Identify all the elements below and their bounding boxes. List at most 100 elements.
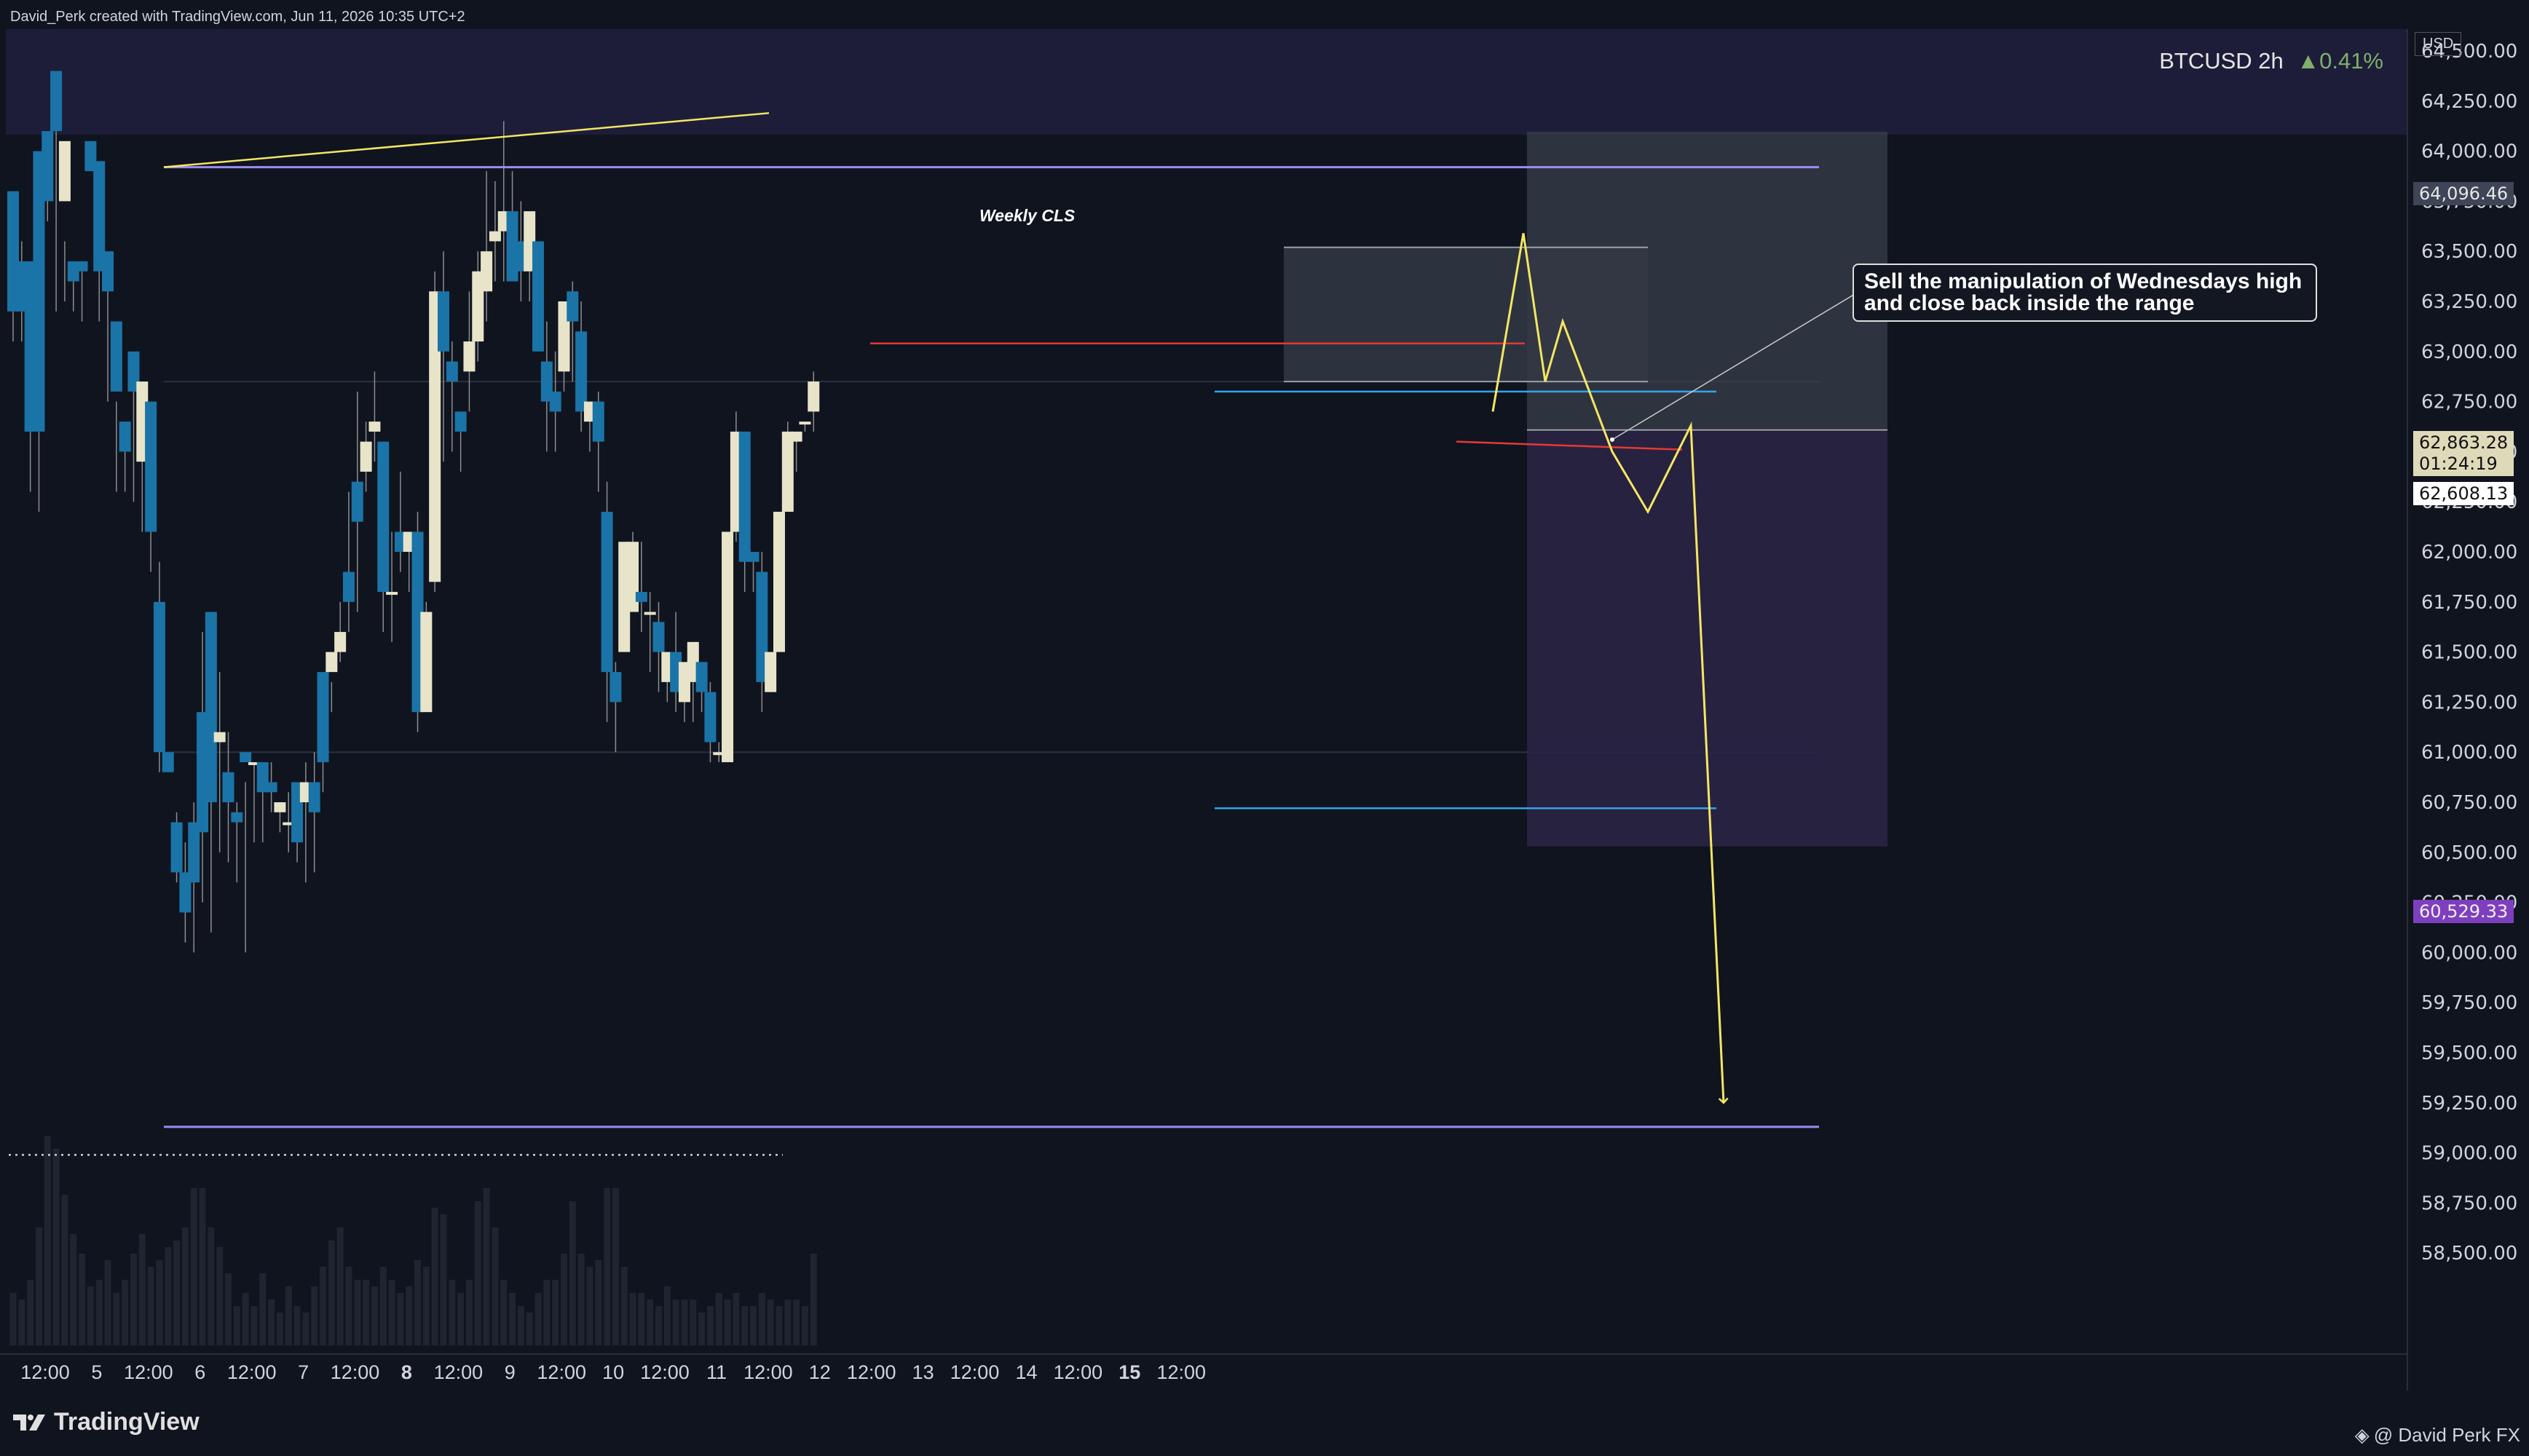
volume-bar — [509, 1293, 516, 1345]
volume-bar — [741, 1306, 749, 1345]
volume-bar — [27, 1280, 34, 1345]
current-price-value: 62,863.28 — [2419, 432, 2509, 453]
volume-bar — [130, 1254, 137, 1345]
y-tick-label: 60,500.00 — [2421, 842, 2517, 864]
volume-bar — [388, 1280, 395, 1345]
x-tick-label: 12:00 — [331, 1361, 380, 1383]
y-tick-label: 58,500.00 — [2421, 1243, 2517, 1265]
x-tick-label: 12:00 — [1156, 1361, 1206, 1383]
tradingview-logo[interactable]: TradingView — [13, 1408, 200, 1436]
x-tick-label: 11 — [706, 1361, 727, 1383]
bear-candle — [652, 622, 665, 652]
volume-bar — [776, 1306, 783, 1345]
price-chart[interactable]: 64,500.0064,250.0064,000.0063,750.0063,5… — [0, 0, 2529, 1456]
volume-bar — [52, 1149, 60, 1345]
volume-bar — [328, 1241, 335, 1345]
bull-candle — [489, 231, 501, 242]
x-tick-label: 12:00 — [434, 1361, 484, 1383]
bull-candle — [799, 422, 811, 425]
volume-bar — [724, 1299, 731, 1345]
volume-bar — [293, 1306, 301, 1345]
bull-candle — [463, 341, 476, 372]
bear-candle — [240, 752, 252, 762]
y-tick-label: 62,000.00 — [2421, 542, 2517, 563]
bull-candle — [781, 431, 794, 512]
volume-bar — [95, 1280, 103, 1345]
x-tick-label: 12:00 — [20, 1361, 70, 1383]
volume-bar — [242, 1293, 249, 1345]
bull-candle — [773, 511, 785, 652]
y-tick-label: 59,500.00 — [2421, 1042, 2517, 1064]
x-tick-label: 8 — [401, 1361, 412, 1383]
volume-bar — [457, 1293, 465, 1345]
volume-bar — [810, 1254, 817, 1345]
volume-bar — [440, 1214, 447, 1345]
bear-candle — [438, 291, 449, 352]
volume-bar — [483, 1188, 490, 1345]
bear-candle — [110, 321, 122, 392]
volume-bar — [733, 1293, 740, 1345]
bull-candle — [326, 652, 338, 673]
volume-bar — [345, 1267, 352, 1345]
volume-bar — [681, 1299, 688, 1345]
volume-bar — [79, 1254, 86, 1345]
y-tick-label: 59,000.00 — [2421, 1143, 2517, 1165]
x-tick-label: 7 — [298, 1361, 309, 1383]
x-tick-label: 12:00 — [1054, 1361, 1103, 1383]
bear-candle — [532, 241, 545, 352]
bear-candle — [119, 422, 131, 452]
volume-bar — [620, 1267, 628, 1345]
volume-bar — [638, 1293, 645, 1345]
volume-bar — [190, 1188, 197, 1345]
current-price-tag: 62,863.28 01:24:19 — [2413, 431, 2514, 476]
volume-bar — [397, 1293, 404, 1345]
currency-label[interactable]: USD — [2415, 32, 2462, 56]
bear-candle — [454, 411, 467, 432]
bear-candle — [601, 511, 613, 673]
bear-candle — [153, 601, 165, 753]
bear-candle — [704, 692, 717, 743]
y-tick-label: 64,250.00 — [2421, 91, 2517, 113]
bear-candle — [549, 391, 561, 412]
bear-candle — [342, 571, 355, 602]
range-box — [1284, 247, 1648, 382]
stop-price-tag: 64,096.46 — [2413, 182, 2514, 205]
symbol-legend[interactable]: BTCUSD 2h ▲0.41% — [2159, 48, 2383, 74]
note-line-1: Sell the manipulation of Wednesdays high — [1864, 269, 2303, 293]
bear-candle — [145, 401, 157, 532]
target-price-tag: 60,529.33 — [2413, 900, 2514, 923]
volume-bar — [216, 1247, 224, 1345]
bull-candle — [481, 251, 493, 292]
volume-bar — [87, 1286, 94, 1345]
volume-bar — [690, 1299, 697, 1345]
volume-bar — [302, 1313, 309, 1345]
volume-bar — [311, 1286, 318, 1345]
y-tick-label: 59,750.00 — [2421, 992, 2517, 1014]
volume-bar — [474, 1201, 481, 1345]
volume-bar — [500, 1280, 508, 1345]
bull-candle — [58, 141, 71, 202]
volume-bar — [406, 1286, 413, 1345]
volume-bar — [336, 1227, 344, 1345]
tradingview-logo-icon — [13, 1414, 45, 1431]
volume-bar — [181, 1227, 189, 1345]
volume-bar — [569, 1201, 576, 1345]
author-credit: ◈ @ David Perk FX — [2355, 1424, 2520, 1447]
volume-bar — [354, 1280, 361, 1345]
bear-candle — [747, 552, 760, 562]
volume-bar — [259, 1273, 267, 1345]
volume-bar — [104, 1260, 111, 1345]
volume-bar — [138, 1234, 146, 1345]
volume-bar — [517, 1306, 524, 1345]
volume-bar — [173, 1241, 181, 1345]
bull-candle — [722, 531, 734, 762]
volume-bar — [543, 1280, 551, 1345]
trade-note[interactable]: Sell the manipulation of Wednesdays high… — [1853, 264, 2317, 322]
volume-bar — [431, 1208, 438, 1345]
volume-bar — [586, 1267, 593, 1345]
y-tick-label: 61,750.00 — [2421, 592, 2517, 614]
volume-bar — [113, 1293, 120, 1345]
volume-bar — [208, 1227, 215, 1345]
volume-bar — [422, 1267, 430, 1345]
x-tick-label: 12:00 — [124, 1361, 173, 1383]
